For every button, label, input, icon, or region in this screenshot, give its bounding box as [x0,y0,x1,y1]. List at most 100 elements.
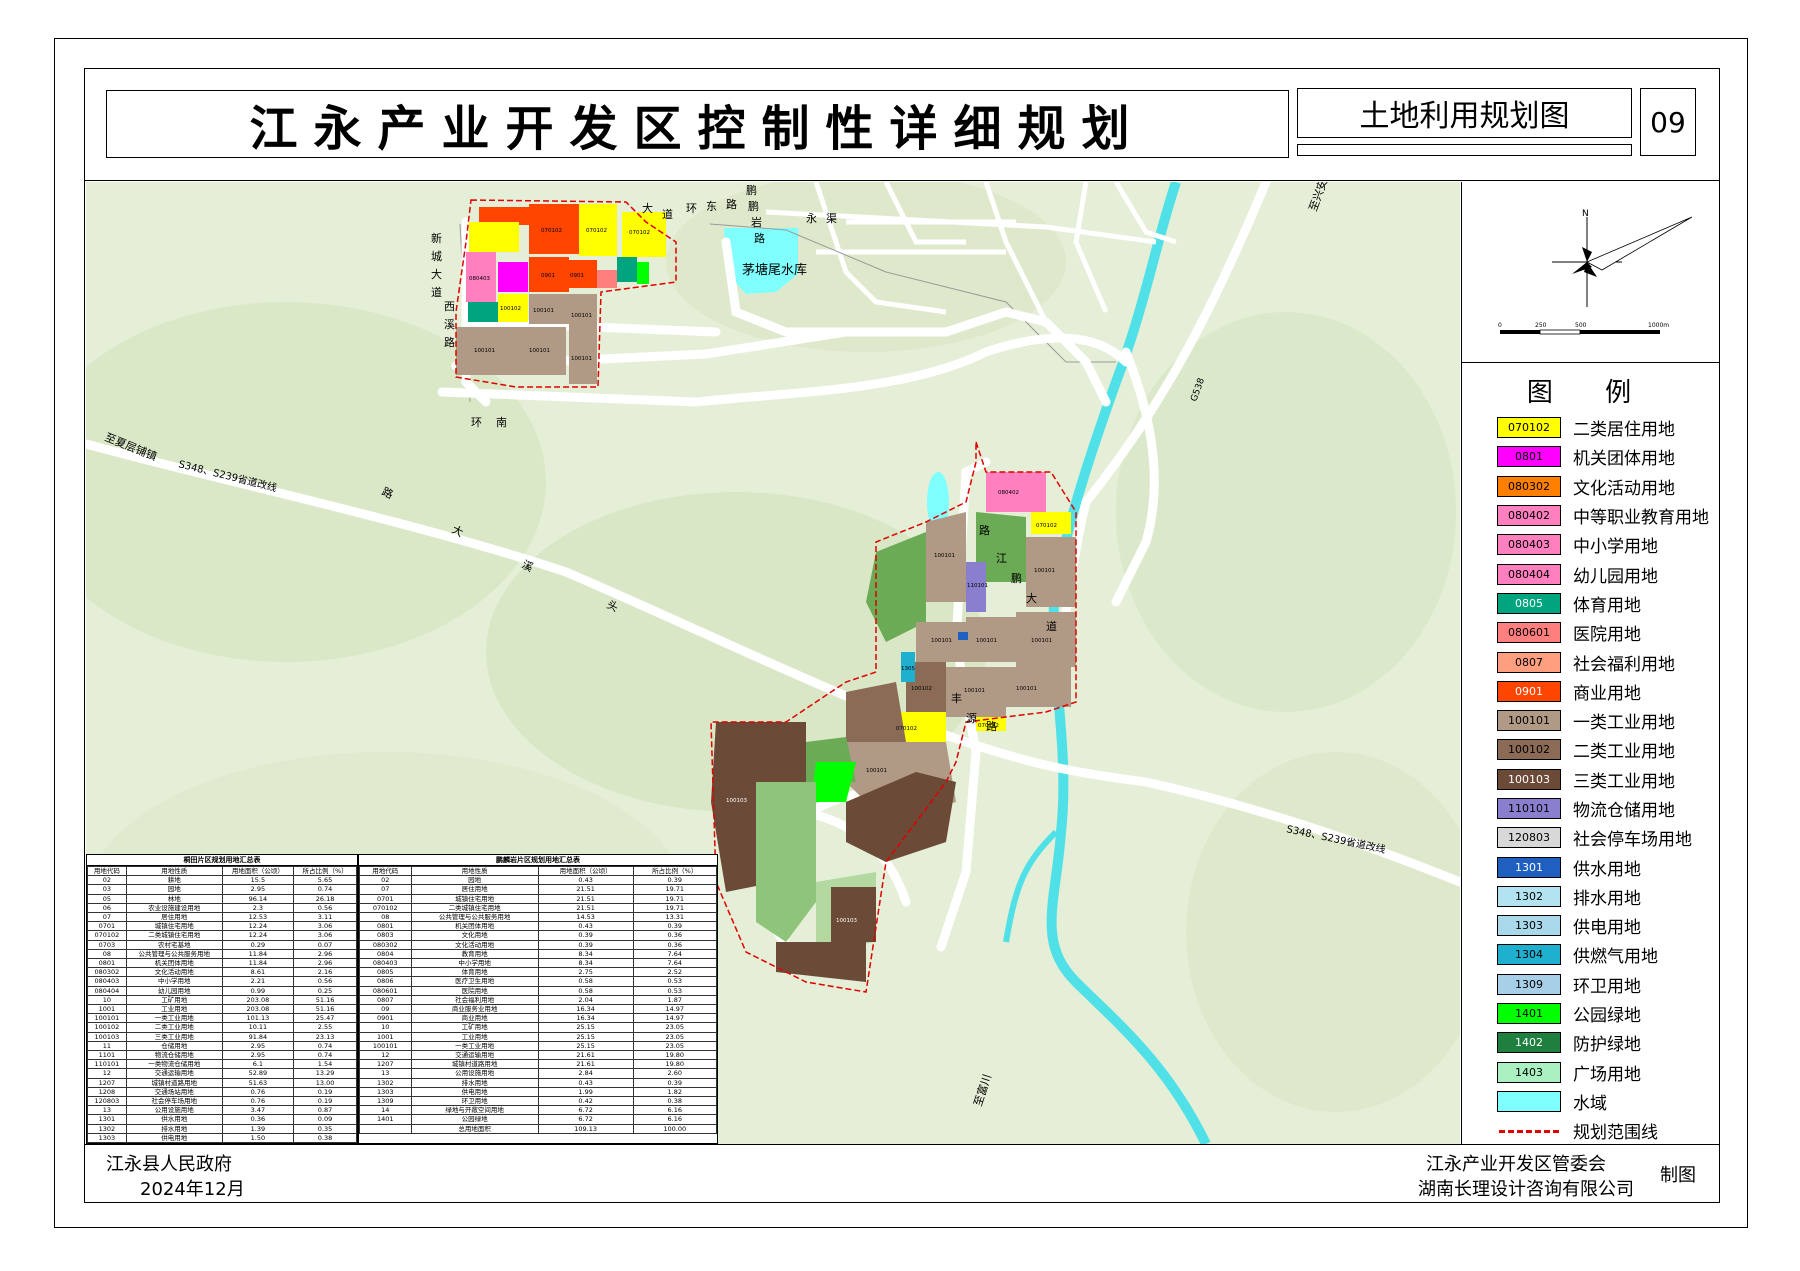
table-cell: 1101 [87,1050,127,1061]
table-cell: 07 [359,884,412,895]
legend-item: 1302 排水用地 [1497,882,1719,911]
map-title: 江永产业开发区控制性详细规划 [249,101,1146,157]
table-row: 1001 工业用地 25.15 23.05 [359,1031,717,1042]
table-cell: 2.96 [293,958,357,969]
table-cell: 公共管理与公共服务用地 [410,912,539,923]
legend-swatch: 1401 [1497,1003,1561,1025]
legend-item: 0801 机关团体用地 [1497,442,1719,471]
table-cell: 供水用地 [125,1114,223,1125]
table-cell: 0.74 [293,884,357,895]
table-cell: 0.56 [293,902,357,914]
legend-boundary-swatch [1497,1120,1561,1141]
parcel-code: 1305 [901,666,915,672]
legend-title: 图 例 [1526,378,1654,408]
table1-grid: 用地代码 用地性质 用地面积（公顷） 所占比例（%） 02 耕地 15.5 5.65 03 园地 2… [87,865,357,1143]
table-cell: 21.61 [537,1050,634,1061]
table-row: 0703 农村宅基地 0.29 0.07 [87,939,357,950]
legend-swatch: 120803 [1497,827,1561,849]
table-header-cell: 所占比例（%） [293,865,357,877]
table-cell: 0804 [359,948,412,960]
table-cell: 21.51 [537,884,634,895]
parcel-code: 100101 [571,356,592,362]
table-cell: 23.05 [632,1031,717,1042]
parcel [637,262,649,284]
table-cell: 0.25 [293,985,357,996]
table-cell: 1.54 [293,1059,357,1070]
table-cell: 物流仓储用地 [125,1050,223,1061]
legend-swatch: 0801 [1497,446,1561,468]
table-row: 070102 二类城镇住宅用地 21.51 19.71 [359,902,717,914]
parcel-code: 080402 [998,490,1019,496]
table-row: 08 公共管理与公共服务用地 14.53 13.31 [359,912,717,923]
table-row: 09 商业服务业用地 16.34 14.97 [359,1004,717,1015]
table-cell: 21.61 [537,1059,634,1070]
legend-item: 规划范围线 [1497,1116,1719,1145]
legend-item: 080402 中等职业教育用地 [1497,501,1719,530]
table-cell: 0.19 [293,1086,357,1098]
table-cell: 公用设施用地 [125,1105,223,1116]
road-name: 丰 [951,692,962,705]
table-row: 03 园地 2.95 0.74 [87,884,357,895]
legend-item: 070102 二类居住用地 [1497,413,1719,442]
legend-swatch: 070102 [1497,417,1561,439]
legend-item: 080601 医院用地 [1497,618,1719,647]
table-cell: 社会福利用地 [410,994,539,1006]
table-cell: 25.15 [537,1022,634,1033]
table-header-cell: 用地面积（公顷） [537,865,634,877]
table-row: 080302 文化活动用地 8.61 2.16 [87,967,357,978]
table-cell: 0.39 [632,1077,717,1088]
legend-item: 1304 供燃气用地 [1497,940,1719,969]
table-header-cell: 用地性质 [125,865,223,877]
road-name: 路 [754,232,765,245]
table-cell: 7.64 [632,948,717,960]
table-cell: 2.3 [221,902,295,914]
table-cell: 1.99 [537,1086,634,1098]
parcel-code: 100101 [529,348,550,354]
table-row: 1401 公园绿地 6.72 6.16 [359,1114,717,1125]
table-cell: 100102 [87,1022,127,1033]
map-canvas[interactable]: 茅塘尾水库 S348、S239省道改线 S348、S239省道改线 至夏层铺镇 … [86,182,1460,1144]
table-cell: 环卫用地 [410,1096,539,1107]
road-name: 路 [444,336,455,349]
table-cell: 0.99 [221,985,295,996]
footer-org-right-2: 湖南长理设计咨询有限公司 [1418,1179,1634,1200]
footer-date: 2024年12月 [140,1179,245,1200]
table-cell: 0.43 [537,921,634,932]
table-cell: 0.19 [293,1096,357,1107]
table-cell: 排水用地 [410,1077,539,1088]
table-cell: 0.36 [632,930,717,941]
table-row: 080404 幼儿园用地 0.99 0.25 [87,985,357,996]
table-cell: 1303 [359,1086,412,1098]
table-cell: 2.60 [632,1068,717,1079]
table-cell: 0.09 [293,1114,357,1125]
table-row: 110101 一类物流仓储用地 6.1 1.54 [87,1059,357,1070]
table-cell: 一类物流仓储用地 [125,1059,223,1070]
table-cell: 幼儿园用地 [125,985,223,996]
table-cell: 080403 [87,976,127,987]
table-cell: 仓储用地 [125,1040,223,1052]
legend-swatch: 0901 [1497,680,1561,702]
table-cell: 11.84 [221,948,295,960]
table-header-cell: 用地代码 [87,865,127,877]
parcel [468,302,498,322]
legend-label: 二类工业用地 [1573,742,1675,763]
parcel-code: 100101 [964,688,985,694]
table-cell: 8.34 [537,948,634,960]
table-row: 07 居住用地 12.53 3.11 [87,912,357,923]
hill-shade [1116,312,1456,712]
legend-item: 1309 环卫用地 [1497,970,1719,999]
table-row: 120803 社会停车场用地 0.76 0.19 [87,1096,357,1107]
table-cell: 0.53 [632,985,717,996]
table-row: 06 农业设施建设用地 2.3 0.56 [87,902,357,914]
table-cell: 11 [87,1040,127,1052]
table-cell: 居住用地 [125,912,223,923]
table-cell: 13.29 [293,1068,357,1079]
table-row: 070102 二类城镇住宅用地 12.24 3.06 [87,930,357,941]
legend-label: 中小学用地 [1573,537,1658,558]
table-cell: 2.75 [537,967,634,978]
table-row: 13 公用设施用地 3.47 0.87 [87,1105,357,1116]
legend-item: 0805 体育用地 [1497,589,1719,618]
legend-item: 0807 社会福利用地 [1497,647,1719,676]
table-cell: 8.34 [537,958,634,969]
table-row: 12 交通运输用地 52.89 13.29 [87,1068,357,1079]
